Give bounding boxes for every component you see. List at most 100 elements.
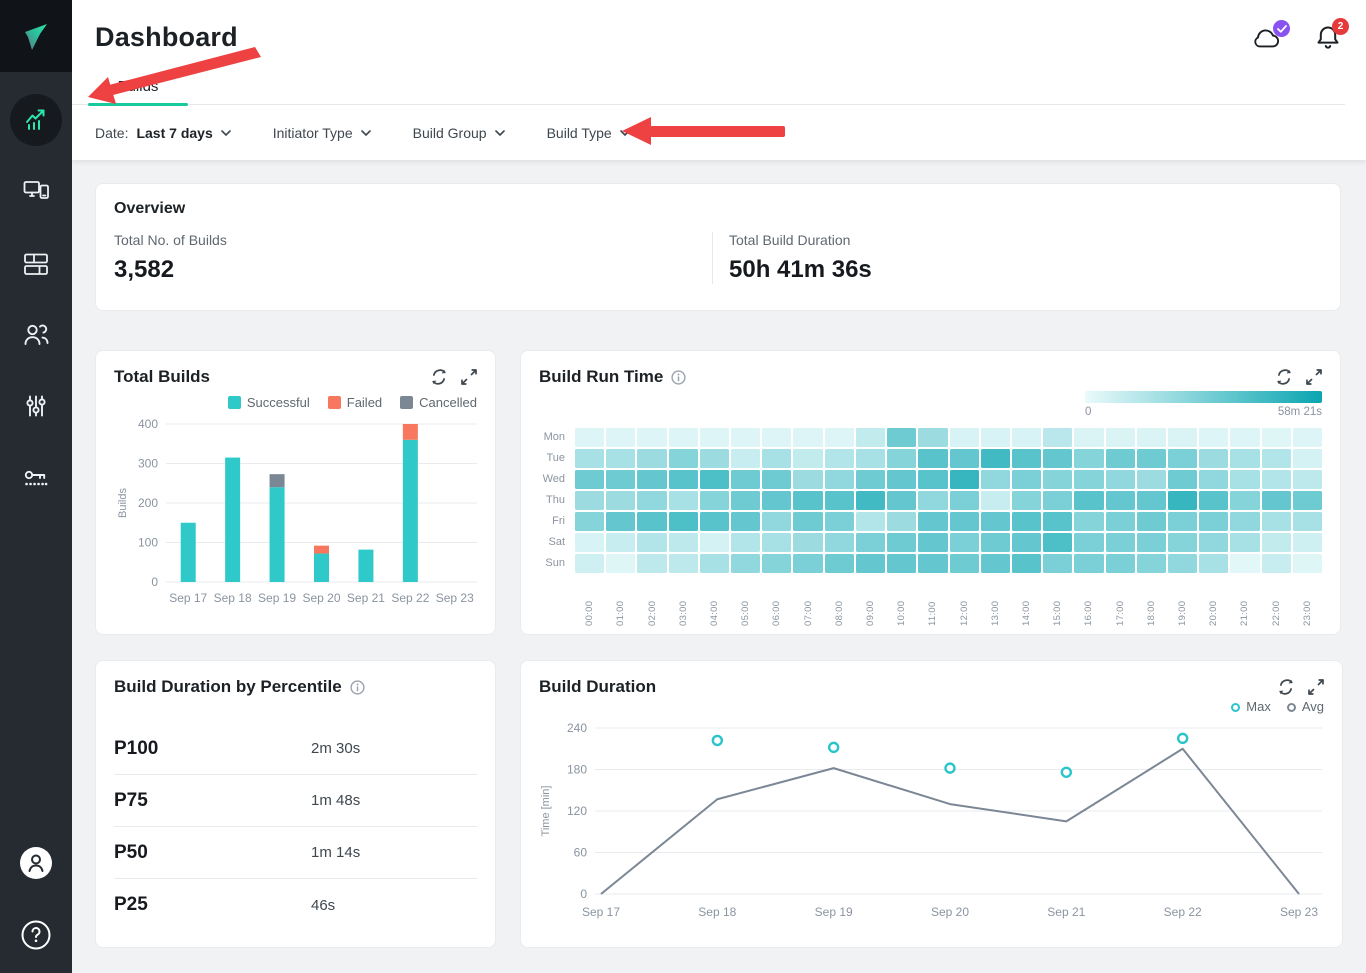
heatmap-cell[interactable] [918, 491, 947, 510]
heatmap-cell[interactable] [1168, 428, 1197, 447]
heatmap-cell[interactable] [669, 449, 698, 468]
refresh-icon[interactable] [431, 369, 447, 385]
heatmap-cell[interactable] [1293, 554, 1322, 573]
heatmap-cell[interactable] [825, 470, 854, 489]
heatmap-cell[interactable] [981, 554, 1010, 573]
bar-segment-successful[interactable] [403, 440, 418, 582]
heatmap-cell[interactable] [1137, 554, 1166, 573]
heatmap-cell[interactable] [887, 533, 916, 552]
expand-icon[interactable] [1308, 679, 1324, 695]
heatmap-cell[interactable] [669, 554, 698, 573]
sidebar-item-team[interactable] [0, 300, 72, 372]
heatmap-cell[interactable] [887, 449, 916, 468]
heatmap-cell[interactable] [856, 533, 885, 552]
heatmap-cell[interactable] [1168, 533, 1197, 552]
heatmap-cell[interactable] [1043, 491, 1072, 510]
max-point[interactable] [946, 764, 955, 773]
heatmap-cell[interactable] [669, 470, 698, 489]
heatmap-cell[interactable] [918, 449, 947, 468]
heatmap-cell[interactable] [762, 554, 791, 573]
heatmap-cell[interactable] [1168, 491, 1197, 510]
heatmap-cell[interactable] [1043, 449, 1072, 468]
notifications-button[interactable]: 2 [1315, 24, 1341, 57]
heatmap-cell[interactable] [981, 470, 1010, 489]
heatmap-cell[interactable] [575, 512, 604, 531]
sidebar-item-profile[interactable] [0, 829, 72, 901]
heatmap-cell[interactable] [637, 533, 666, 552]
heatmap-cell[interactable] [1199, 428, 1228, 447]
heatmap-cell[interactable] [887, 554, 916, 573]
bar-segment-failed[interactable] [314, 546, 329, 554]
heatmap-cell[interactable] [731, 512, 760, 531]
heatmap-cell[interactable] [575, 533, 604, 552]
heatmap-cell[interactable] [1012, 449, 1041, 468]
heatmap-cell[interactable] [1230, 449, 1259, 468]
heatmap-cell[interactable] [918, 512, 947, 531]
heatmap-cell[interactable] [793, 533, 822, 552]
heatmap-cell[interactable] [762, 449, 791, 468]
heatmap-cell[interactable] [918, 554, 947, 573]
heatmap-cell[interactable] [731, 491, 760, 510]
heatmap-cell[interactable] [731, 428, 760, 447]
heatmap-cell[interactable] [1043, 470, 1072, 489]
heatmap-cell[interactable] [793, 470, 822, 489]
heatmap-cell[interactable] [606, 554, 635, 573]
heatmap-cell[interactable] [1074, 491, 1103, 510]
filter-build-type[interactable]: Build Type [547, 125, 630, 141]
heatmap-cell[interactable] [1012, 512, 1041, 531]
heatmap-cell[interactable] [1230, 470, 1259, 489]
heatmap-cell[interactable] [1199, 512, 1228, 531]
heatmap-cell[interactable] [731, 470, 760, 489]
heatmap-cell[interactable] [637, 428, 666, 447]
sidebar-item-settings[interactable] [0, 372, 72, 444]
bar-segment-successful[interactable] [181, 523, 196, 582]
heatmap-cell[interactable] [825, 449, 854, 468]
heatmap-cell[interactable] [1168, 512, 1197, 531]
heatmap-cell[interactable] [637, 554, 666, 573]
heatmap-cell[interactable] [1106, 449, 1135, 468]
heatmap-cell[interactable] [1199, 449, 1228, 468]
heatmap-cell[interactable] [762, 491, 791, 510]
heatmap-cell[interactable] [1106, 533, 1135, 552]
heatmap-cell[interactable] [1293, 491, 1322, 510]
heatmap-cell[interactable] [669, 512, 698, 531]
heatmap-cell[interactable] [918, 533, 947, 552]
heatmap-cell[interactable] [981, 533, 1010, 552]
bar-segment-cancelled[interactable] [270, 474, 285, 487]
sidebar-item-api-keys[interactable] [0, 444, 72, 516]
legend-item-failed[interactable]: Failed [328, 395, 382, 410]
heatmap-cell[interactable] [887, 470, 916, 489]
heatmap-cell[interactable] [1137, 449, 1166, 468]
info-icon[interactable] [350, 680, 365, 695]
heatmap-cell[interactable] [1043, 554, 1072, 573]
heatmap-cell[interactable] [1012, 554, 1041, 573]
heatmap-cell[interactable] [700, 491, 729, 510]
heatmap-cell[interactable] [1168, 470, 1197, 489]
heatmap-cell[interactable] [1074, 428, 1103, 447]
max-point[interactable] [1062, 768, 1071, 777]
heatmap-cell[interactable] [1106, 470, 1135, 489]
legend-item-cancelled[interactable]: Cancelled [400, 395, 477, 410]
heatmap-cell[interactable] [762, 533, 791, 552]
heatmap-cell[interactable] [1262, 428, 1291, 447]
legend-item-successful[interactable]: Successful [228, 395, 310, 410]
heatmap-cell[interactable] [950, 470, 979, 489]
heatmap-cell[interactable] [1137, 491, 1166, 510]
heatmap-cell[interactable] [1199, 470, 1228, 489]
bar-segment-successful[interactable] [270, 487, 285, 582]
expand-icon[interactable] [1306, 369, 1322, 385]
heatmap-cell[interactable] [918, 428, 947, 447]
heatmap-cell[interactable] [1074, 470, 1103, 489]
heatmap-cell[interactable] [575, 554, 604, 573]
heatmap-cell[interactable] [825, 428, 854, 447]
heatmap-cell[interactable] [1199, 491, 1228, 510]
filter-build-group[interactable]: Build Group [413, 125, 505, 141]
heatmap-cell[interactable] [1106, 428, 1135, 447]
heatmap-cell[interactable] [1137, 512, 1166, 531]
heatmap-cell[interactable] [1012, 470, 1041, 489]
heatmap-cell[interactable] [700, 512, 729, 531]
heatmap-cell[interactable] [950, 449, 979, 468]
sidebar-item-help[interactable] [0, 901, 72, 973]
heatmap-cell[interactable] [793, 554, 822, 573]
heatmap-cell[interactable] [606, 491, 635, 510]
